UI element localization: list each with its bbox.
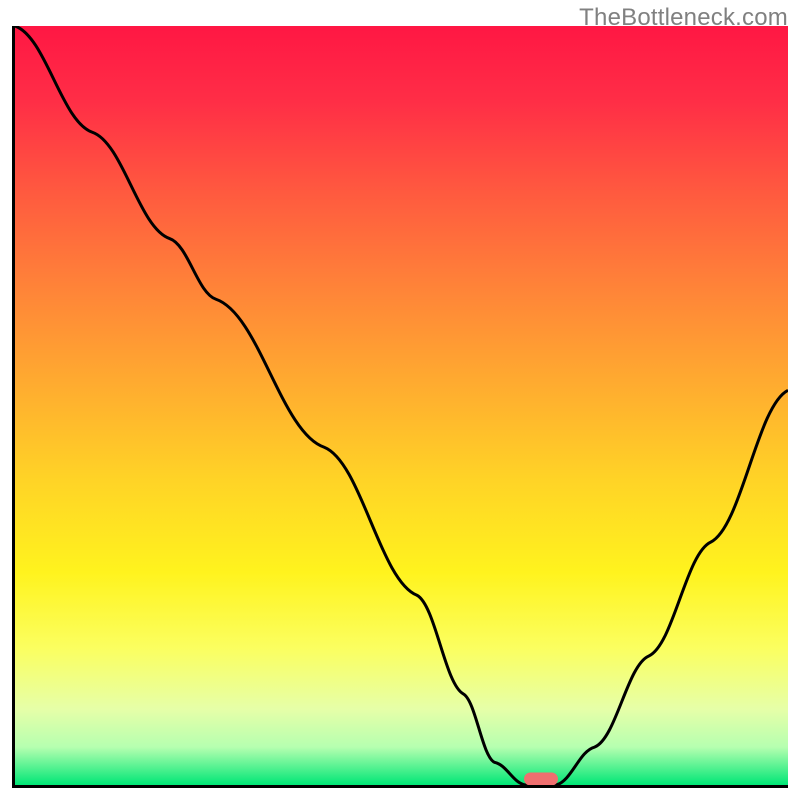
- chart-plot-area: [12, 26, 788, 788]
- chart-curve: [15, 26, 788, 785]
- optimal-marker: [524, 773, 558, 786]
- curve-path: [15, 26, 788, 785]
- chart-background-gradient: [15, 26, 788, 785]
- watermark-text: TheBottleneck.com: [579, 4, 788, 32]
- root-container: TheBottleneck.com: [0, 0, 800, 800]
